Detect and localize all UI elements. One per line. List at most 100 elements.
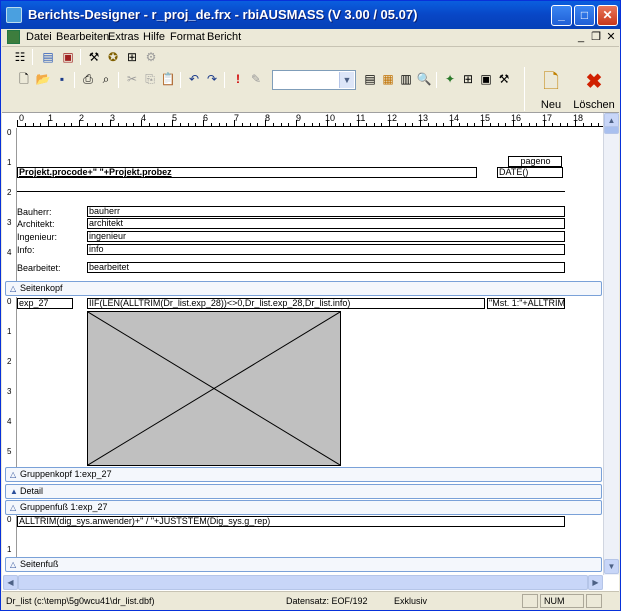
menu-format[interactable]: Format bbox=[170, 31, 205, 43]
collapse-triangle-icon[interactable]: △ bbox=[10, 468, 16, 481]
maximize-button[interactable]: □ bbox=[574, 5, 595, 26]
collapse-triangle-icon[interactable]: △ bbox=[10, 282, 16, 295]
title-bar: Berichts-Designer - r_proj_de.frx - rbiA… bbox=[1, 1, 620, 29]
preview-icon[interactable]: 🔍 bbox=[416, 71, 432, 87]
chevron-down-icon[interactable]: ▼ bbox=[339, 72, 354, 88]
bauherr-field[interactable]: bauherr bbox=[87, 206, 565, 217]
ruler-tick bbox=[86, 123, 88, 126]
collapse-triangle-icon[interactable]: △ bbox=[10, 558, 16, 571]
toolbar-separator bbox=[224, 72, 225, 88]
wizard-icon[interactable]: ✪ bbox=[105, 49, 121, 65]
detail-expression-field[interactable]: IIF(LEN(ALLTRIM(Dr_list.exp_28))<>0,Dr_l… bbox=[87, 298, 485, 309]
redo-icon[interactable]: ↷ bbox=[204, 71, 220, 87]
ruler-tick bbox=[396, 123, 398, 126]
grid-icon[interactable]: ⊞ bbox=[460, 71, 476, 87]
band-seitenfuss[interactable]: △ Seitenfuß bbox=[5, 557, 602, 572]
horizontal-scrollbar[interactable]: ◀ ▶ bbox=[3, 575, 603, 590]
mdi-minimize-button[interactable]: _ bbox=[574, 30, 588, 44]
bearbeitet-field[interactable]: bearbeitet bbox=[87, 262, 565, 273]
data-environment-icon[interactable]: ▤ bbox=[40, 49, 56, 65]
scroll-down-icon[interactable]: ▼ bbox=[604, 559, 619, 574]
sparkle-icon[interactable]: ✦ bbox=[442, 71, 458, 87]
delete-button[interactable]: ✖ Löschen bbox=[571, 67, 617, 113]
mdi-close-button[interactable]: ✕ bbox=[604, 30, 618, 44]
collapse-triangle-icon[interactable]: △ bbox=[10, 501, 16, 514]
designer-window: Berichts-Designer - r_proj_de.frx - rbiA… bbox=[0, 0, 621, 611]
scroll-left-icon[interactable]: ◀ bbox=[3, 575, 18, 590]
print-preview-icon[interactable]: ⌕ bbox=[98, 71, 114, 87]
save-icon[interactable]: ▪ bbox=[54, 71, 70, 87]
footer-expression-field[interactable]: ALLTRIM(dig_sys.anwender)+" / "+JUSTSTEM… bbox=[17, 516, 565, 527]
ruler-tick bbox=[389, 120, 390, 126]
ruler-tick bbox=[265, 120, 266, 126]
print-icon[interactable]: ⎙ bbox=[80, 71, 96, 87]
tools-icon[interactable]: ⚒ bbox=[86, 49, 102, 65]
ruler-tick bbox=[280, 123, 282, 126]
list-icon[interactable]: ▤ bbox=[362, 71, 378, 87]
band-gruppenfuss[interactable]: △ Gruppenfuß 1:exp_27 bbox=[5, 500, 602, 515]
menu-hilfe[interactable]: Hilfe bbox=[143, 31, 165, 43]
ruler-tick bbox=[40, 123, 42, 126]
ruler-label: 1 bbox=[7, 158, 12, 167]
toolbar-separator bbox=[32, 49, 33, 65]
ruler-tick bbox=[218, 123, 220, 126]
band-gruppenkopf[interactable]: △ Gruppenkopf 1:exp_27 bbox=[5, 467, 602, 482]
mst-expression-field[interactable]: "Mst. 1:"+ALLTRIM( bbox=[487, 298, 565, 309]
minimize-button[interactable]: _ bbox=[551, 5, 572, 26]
scroll-thumb[interactable] bbox=[604, 126, 619, 134]
document-icon[interactable] bbox=[7, 30, 20, 44]
ruler-tick bbox=[551, 123, 553, 126]
report-properties-icon[interactable]: ☷ bbox=[12, 49, 28, 65]
expand-triangle-icon[interactable]: ▲ bbox=[10, 485, 18, 498]
menu-extras[interactable]: Extras bbox=[108, 31, 139, 43]
ruler-tick bbox=[342, 123, 344, 126]
vertical-scrollbar[interactable]: ▲ ▼ bbox=[603, 113, 619, 575]
ruler-tick bbox=[32, 123, 34, 126]
new-button[interactable]: 🗋 Neu bbox=[528, 67, 574, 113]
scroll-thumb[interactable] bbox=[18, 575, 588, 590]
ruler-label: 0 bbox=[7, 128, 12, 137]
app-icon bbox=[6, 7, 22, 23]
ruler-tick bbox=[17, 120, 18, 126]
ruler-tick bbox=[427, 123, 429, 126]
layout-icon[interactable]: ▣ bbox=[478, 71, 494, 87]
preview-options-icon[interactable]: ⊞ bbox=[124, 49, 140, 65]
ruler-tick bbox=[94, 123, 96, 126]
band-label: Detail bbox=[20, 486, 44, 496]
ruler-tick bbox=[110, 120, 111, 126]
picture-placeholder[interactable] bbox=[87, 311, 341, 466]
style-combo[interactable]: ▼ bbox=[272, 70, 356, 90]
ruler-tick bbox=[288, 123, 290, 126]
band-seitenkopf[interactable]: △ Seitenkopf bbox=[5, 281, 602, 296]
menu-datei[interactable]: Datei bbox=[26, 31, 52, 43]
page-layout-icon[interactable]: ▣ bbox=[60, 49, 76, 65]
ingenieur-field[interactable]: ingenieur bbox=[87, 231, 565, 242]
architekt-field[interactable]: architekt bbox=[87, 218, 565, 229]
cut-icon: ✂ bbox=[126, 72, 138, 86]
exclamation-icon[interactable]: ! bbox=[230, 71, 246, 87]
menu-bericht[interactable]: Bericht bbox=[207, 31, 241, 43]
pageno-field[interactable]: pageno bbox=[508, 156, 562, 167]
toolbar-separator bbox=[436, 72, 437, 88]
undo-icon[interactable]: ↶ bbox=[186, 71, 202, 87]
date-field[interactable]: DATE() bbox=[497, 167, 563, 178]
ruler-tick bbox=[156, 123, 158, 126]
ruler-tick bbox=[296, 120, 297, 126]
close-button[interactable]: ✕ bbox=[597, 5, 618, 26]
menu-bearbeiten[interactable]: Bearbeiten bbox=[56, 31, 109, 43]
ruler-label: 2 bbox=[7, 188, 12, 197]
exp27-field[interactable]: exp_27 bbox=[17, 298, 73, 309]
scroll-right-icon[interactable]: ▶ bbox=[588, 575, 603, 590]
open-folder-icon[interactable]: 📂 bbox=[35, 71, 51, 87]
title-expression-field[interactable]: Projekt.procode+" "+Projekt.probez bbox=[17, 167, 477, 178]
form-icon[interactable]: ▥ bbox=[398, 71, 414, 87]
mdi-restore-button[interactable]: ❐ bbox=[589, 30, 603, 44]
tools2-icon[interactable]: ⚒ bbox=[496, 71, 512, 87]
ruler-tick bbox=[272, 123, 274, 126]
ruler-tick bbox=[582, 123, 584, 126]
info-field[interactable]: info bbox=[87, 244, 565, 255]
band-detail[interactable]: ▲ Detail bbox=[5, 484, 602, 499]
ruler-tick bbox=[443, 123, 445, 126]
field-icon[interactable]: ▦ bbox=[380, 71, 396, 87]
new-file-icon[interactable]: 🗋 bbox=[16, 71, 32, 87]
